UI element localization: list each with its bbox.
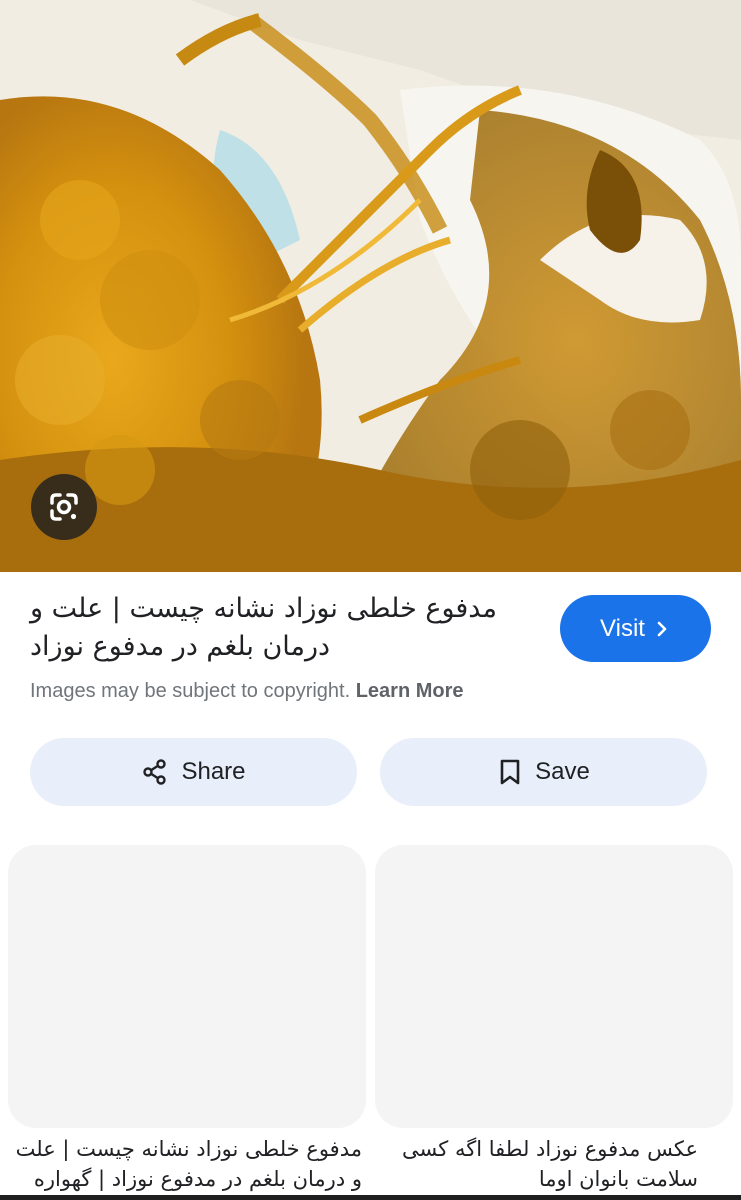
stool-photo	[0, 0, 741, 572]
learn-more-link[interactable]: Learn More	[356, 680, 464, 702]
system-navigation-bar	[0, 1195, 741, 1200]
result-image[interactable]	[0, 0, 741, 572]
related-caption[interactable]: عکس مدفوع نوزاد لطفا اگه کسی سلامت بانوا…	[348, 1134, 698, 1196]
related-caption[interactable]: مدفوع خلطی نوزاد نشانه چیست | علت و درما…	[12, 1134, 362, 1196]
chevron-right-icon	[657, 621, 667, 636]
save-label: Save	[535, 758, 590, 785]
save-button[interactable]: Save	[380, 738, 707, 806]
visit-label: Visit	[600, 614, 645, 642]
google-lens-icon	[50, 493, 78, 521]
result-title[interactable]: مدفوع خلطی نوزاد نشانه چیست | علت و درما…	[30, 590, 530, 666]
visit-button[interactable]: Visit	[560, 595, 711, 662]
copyright-text: Images may be subject to copyright.	[30, 680, 351, 702]
share-button[interactable]: Share	[30, 738, 357, 806]
related-image-card[interactable]	[8, 845, 366, 1128]
bookmark-icon	[500, 759, 520, 785]
share-label: Share	[181, 758, 246, 785]
google-lens-button[interactable]	[31, 474, 97, 540]
share-icon	[143, 759, 167, 785]
related-image-card[interactable]	[375, 845, 733, 1128]
copyright-notice: Images may be subject to copyright. Lear…	[30, 680, 464, 703]
